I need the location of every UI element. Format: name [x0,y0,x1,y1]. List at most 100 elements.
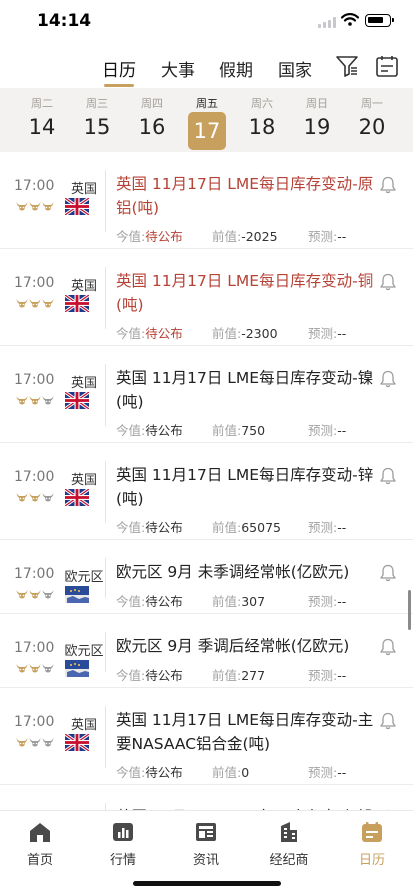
day-number: 16 [138,115,166,139]
calendar-icon[interactable] [374,53,400,79]
bell-icon[interactable] [378,369,398,389]
actual-label: 今值: [116,229,146,244]
tab-countries[interactable]: 国家 [278,56,312,81]
forecast-label: 预测: [308,594,338,609]
event-row[interactable]: 英国 11月17日 LME每日库存变动-铅(吨) [0,785,413,810]
importance-rating [16,491,56,505]
day-label: 周日 [306,97,328,110]
day-mon[interactable]: 周一 20 [348,88,396,152]
event-row[interactable]: 17:00 欧元区 欧元区 9月 未季调经常帐(亿欧元) 今值:待公布 前值:307 预测… [0,540,413,614]
importance-bull-icon [29,493,41,502]
bell-icon[interactable] [378,175,398,195]
bell-icon[interactable] [378,466,398,486]
event-country: 英国 [70,473,97,488]
nav-label: 日历 [358,853,385,868]
tab-major-events[interactable]: 大事 [161,56,195,81]
importance-bull-icon [16,590,28,599]
nav-market[interactable]: 行情 [88,821,158,868]
day-label: 周一 [361,97,383,110]
event-country: 欧元区 [64,570,104,585]
day-number: 19 [303,115,331,139]
event-row[interactable]: 17:00 英国 英国 11月17日 LME每日库存变动-铜(吨) 今值:待公布 前值:… [0,249,413,346]
day-thu[interactable]: 周四 16 [128,88,176,152]
actual-value: 今值:待公布 [116,665,183,684]
nav-news[interactable]: 资讯 [171,821,241,868]
event-row[interactable]: 17:00 英国 英国 11月17日 LME每日库存变动-镍(吨) 今值:待公布 前值:… [0,346,413,443]
wifi-icon [341,13,359,26]
forecast-value: 预测:-- [308,665,346,684]
row-divider [105,461,106,523]
actual-text: 待公布 [145,423,183,438]
actual-value: 今值:待公布 [116,226,183,245]
forecast-value: 预测:-- [308,323,346,342]
nav-label: 资讯 [192,853,219,868]
nav-calendar[interactable]: 日历 [337,821,407,868]
event-time: 17:00 [14,275,55,291]
day-sat[interactable]: 周六 18 [238,88,286,152]
row-divider [105,558,106,598]
nav-home[interactable]: 首页 [5,821,75,868]
previous-label: 前值: [212,229,242,244]
nav-brokers[interactable]: 经纪商 [254,821,324,868]
event-row[interactable]: 17:00 英国 英国 11月17日 LME每日库存变动-锌(吨) 今值:待公布 前值:… [0,443,413,540]
day-wed[interactable]: 周三 15 [73,88,121,152]
event-row[interactable]: 17:00 欧元区 欧元区 9月 季调后经常帐(亿欧元) 今值:待公布 前值:277 预测… [0,614,413,688]
forecast-text: -- [337,326,347,341]
actual-text: 待公布 [145,229,183,244]
uk-flag-icon [65,734,89,751]
event-title: 欧元区 9月 未季调经常帐(亿欧元) [116,563,350,581]
previous-text: 307 [241,594,266,609]
bell-icon[interactable] [378,272,398,292]
row-divider [105,632,106,672]
tab-calendar[interactable]: 日历 [102,56,136,81]
event-country: 英国 [70,279,97,294]
forecast-value: 预测:-- [308,517,346,536]
previous-value: 前值:-2025 [212,226,278,245]
bell-icon[interactable] [378,563,398,583]
day-fri-selected[interactable]: 周五 17 [183,88,231,152]
importance-bull-icon [29,664,41,673]
importance-bull-icon [16,299,28,308]
row-divider [105,364,106,426]
app-root: { "status": {"time": "14:14"}, "tabs": [… [0,0,413,896]
event-country: 欧元区 [64,644,104,659]
day-sun[interactable]: 周日 19 [293,88,341,152]
previous-value: 前值:0 [212,762,249,781]
previous-label: 前值: [212,594,242,609]
home-icon [30,823,50,842]
importance-bull-icon [29,202,41,211]
day-number: 18 [248,115,276,139]
event-row[interactable]: 17:00 英国 英国 11月17日 LME每日库存变动-原铝(吨) 今值:待公布 前值… [0,152,413,249]
tab-holidays[interactable]: 假期 [219,56,253,81]
day-number: 15 [83,115,111,139]
building-icon [281,822,297,842]
event-title: 英国 11月17日 LME每日库存变动-铜(吨) [116,272,374,314]
event-list[interactable]: 17:00 英国 英国 11月17日 LME每日库存变动-原铝(吨) 今值:待公布 前值… [0,152,413,810]
previous-text: -2025 [241,229,278,244]
event-values: 今值:待公布 前值:0 预测:-- [116,762,396,780]
event-title: 英国 11月17日 LME每日库存变动-主要NASAAC铝合金(吨) [116,711,374,753]
day-number: 17 [188,112,226,150]
bell-icon[interactable] [378,637,398,657]
forecast-label: 预测: [308,423,338,438]
forecast-value: 预测:-- [308,226,346,245]
filter-icon[interactable] [334,53,360,79]
importance-bull-icon [16,396,28,405]
forecast-text: -- [337,668,347,683]
day-tue[interactable]: 周二 14 [18,88,66,152]
day-label: 周五 [196,97,218,110]
scrollbar[interactable] [408,590,411,630]
uk-flag-icon [65,295,89,312]
importance-bull-icon [42,493,54,502]
importance-bull-icon [29,299,41,308]
event-row[interactable]: 17:00 英国 英国 11月17日 LME每日库存变动-主要NASAAC铝合金(吨… [0,688,413,785]
previous-label: 前值: [212,326,242,341]
importance-bull-icon [42,202,54,211]
event-time: 17:00 [14,566,55,582]
day-number: 20 [358,115,386,139]
importance-rating [16,394,56,408]
bell-icon[interactable] [378,711,398,731]
forecast-label: 预测: [308,229,338,244]
previous-text: -2300 [241,326,278,341]
actual-text: 待公布 [145,668,183,683]
